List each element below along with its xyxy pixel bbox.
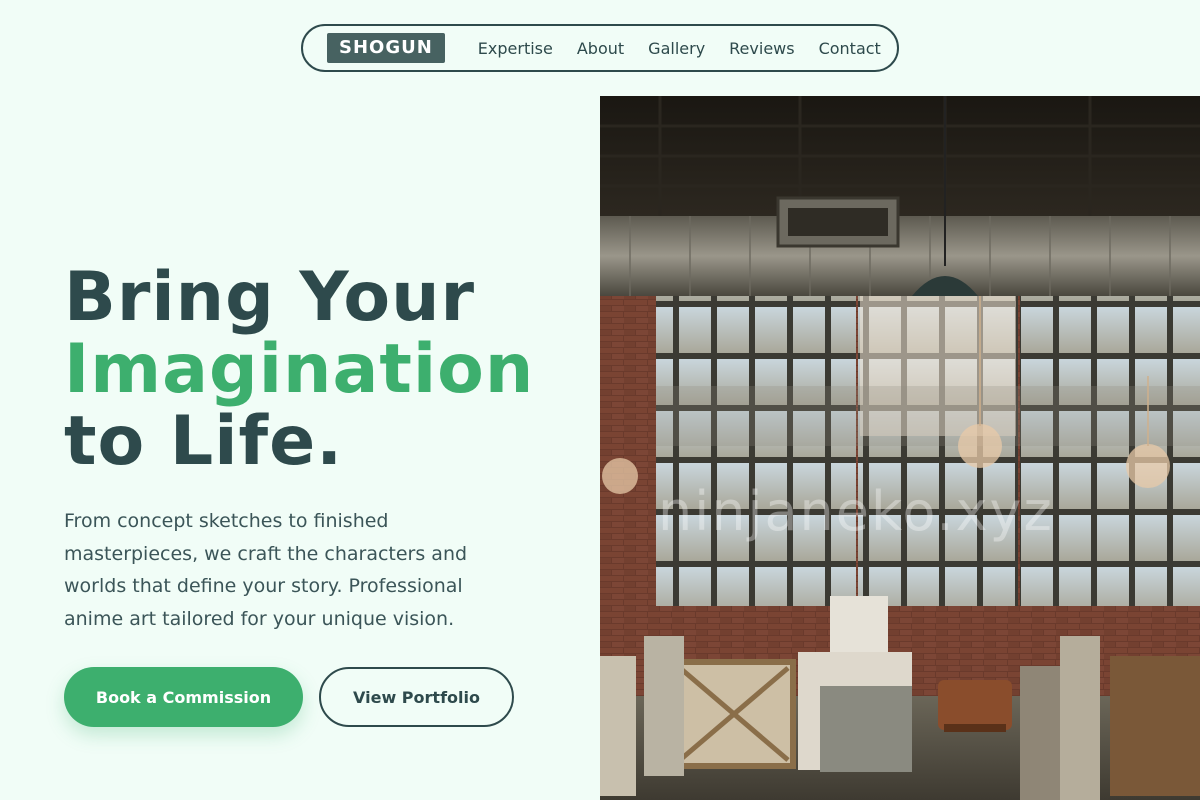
headline-line-3: to Life. [64,402,344,481]
book-commission-button[interactable]: Book a Commission [64,667,303,727]
headline-line-2-accent: Imagination [64,330,535,409]
view-portfolio-button[interactable]: View Portfolio [319,667,514,727]
nav-link-gallery[interactable]: Gallery [648,39,705,58]
nav-link-about[interactable]: About [577,39,624,58]
headline-line-1: Bring Your [64,258,476,337]
nav-link-reviews[interactable]: Reviews [729,39,794,58]
hero-headline: Bring Your Imagination to Life. [64,262,534,478]
image-watermark: ninjaneko.xyz [658,480,1054,543]
hero-studio-image [600,96,1200,800]
hero-description: From concept sketches to finished master… [64,510,468,630]
brand-logo[interactable]: SHOGUN [327,33,445,63]
nav-link-expertise[interactable]: Expertise [478,39,553,58]
top-nav: SHOGUN Expertise About Gallery Reviews C… [301,24,899,72]
nav-link-contact[interactable]: Contact [819,39,881,58]
